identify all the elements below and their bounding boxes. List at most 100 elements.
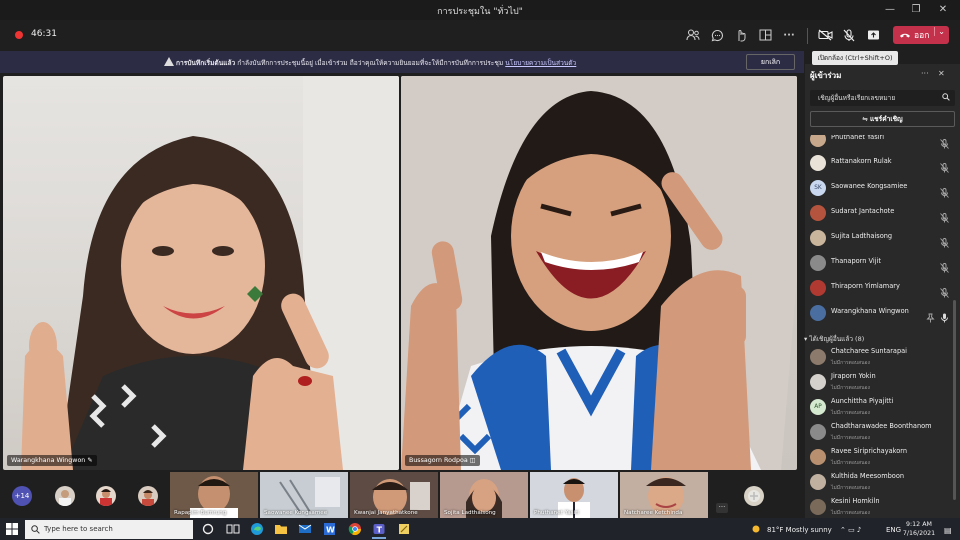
invited-participant-row[interactable]: Ravee Siriprichayakorn ไม่มีการตอบสนอง — [810, 446, 955, 468]
invite-placeholder: เชิญผู้อื่นหรือเรียกเลขหมาย — [818, 94, 896, 102]
participant-row[interactable]: Warangkhana Wingwon — [810, 302, 955, 324]
invite-search-input[interactable]: เชิญผู้อื่นหรือเรียกเลขหมาย — [810, 90, 955, 106]
strip-tile-phuthanet[interactable]: Phuthanet Yasiri — [530, 472, 618, 518]
invited-participant-row[interactable]: Jiraporn Yokin ไม่มีการตอบสนอง — [810, 371, 955, 393]
participant-row[interactable]: Sujita Ladthaisong — [810, 227, 955, 249]
mic-on-icon[interactable] — [940, 308, 949, 323]
avatar — [810, 474, 826, 490]
weather-text[interactable]: 81°F Mostly sunny — [767, 526, 832, 534]
invited-participant-row[interactable]: Kulthida Meesomboon ไม่มีการตอบสนอง — [810, 471, 955, 493]
people-icon[interactable] — [684, 26, 702, 44]
invited-participant-row[interactable]: Kesini Homkiln ไม่มีการตอบสนอง — [810, 496, 955, 518]
mic-muted-icon[interactable] — [940, 183, 949, 198]
video-name-tag-left: Warangkhana Wingwon ✎ — [7, 455, 97, 466]
windows-start-icon[interactable] — [6, 523, 18, 535]
privacy-policy-link[interactable]: นโยบายความเป็นส่วนตัว — [505, 59, 576, 67]
participant-name: Kulthida Meesomboon — [831, 472, 905, 480]
participant-name: Chatcharee Suntarapai — [831, 347, 908, 355]
word-icon[interactable]: W — [322, 522, 336, 536]
breakout-rooms-icon[interactable] — [756, 26, 774, 44]
video-feed-right — [401, 76, 797, 470]
video-tile-warangkhana[interactable]: Warangkhana Wingwon ✎ — [3, 76, 399, 470]
avatar: SK — [810, 180, 826, 196]
task-view-icon[interactable] — [226, 522, 240, 536]
notifications-icon[interactable]: ▤ — [944, 526, 952, 535]
tray-icons[interactable]: ⌃ ▭ ♪ — [840, 526, 861, 534]
more-participants-badge[interactable]: +14 — [12, 486, 32, 506]
sticky-app-icon[interactable] — [397, 522, 411, 536]
mic-muted-icon[interactable] — [940, 208, 949, 223]
participant-row[interactable]: Thiraporn Yimlamary — [810, 277, 955, 299]
panel-more-button[interactable]: ··· — [921, 69, 929, 78]
pin-icon[interactable] — [926, 308, 935, 323]
svg-text:T: T — [377, 526, 383, 535]
chrome-icon[interactable] — [348, 522, 362, 536]
minimize-button[interactable]: — — [879, 2, 901, 18]
taskbar-search-input[interactable]: Type here to search — [25, 520, 193, 539]
participant-row[interactable]: Thanaporn Vijit — [810, 252, 955, 274]
mic-muted-icon[interactable] — [940, 233, 949, 248]
recording-banner: การบันทึกเริ่มต้นแล้ว กำลังบันทึกการประช… — [0, 51, 804, 73]
language-indicator[interactable]: ENG — [886, 526, 901, 534]
invited-participant-row[interactable]: Chadtharawadee Boonthanom ไม่มีการตอบสนอง — [810, 421, 955, 443]
mic-muted-icon[interactable] — [940, 158, 949, 173]
panel-close-button[interactable]: ✕ — [938, 69, 945, 78]
participant-row[interactable]: Rattanakorn Rulak — [810, 152, 955, 174]
cortana-icon[interactable] — [201, 522, 215, 536]
panel-title: ผู้เข้าร่วม — [810, 71, 842, 80]
teams-icon[interactable]: T — [372, 522, 386, 536]
strip-tile-sojita[interactable]: Sojita Ladthaisong — [440, 472, 528, 518]
close-window-button[interactable]: ✕ — [932, 2, 954, 18]
participant-row[interactable]: SK Saowanee Kongsamiee — [810, 177, 955, 199]
mic-muted-icon[interactable] — [940, 283, 949, 298]
leave-button[interactable]: ออก ⌄ — [893, 26, 949, 44]
maximize-button[interactable]: ❐ — [905, 2, 927, 18]
more-actions-button[interactable]: ··· — [780, 26, 798, 44]
video-tile-bussagorn[interactable]: Bussagorn Rodpoa ◫ — [401, 76, 797, 470]
dismiss-banner-button[interactable]: ยกเลิก — [746, 54, 795, 70]
chat-icon[interactable] — [708, 26, 726, 44]
mic-off-icon[interactable] — [840, 26, 858, 44]
avatar — [810, 255, 826, 271]
banner-body-text: กำลังบันทึกการประชุมนี้อยู่ เมื่อเข้าร่ว… — [235, 59, 506, 67]
video-name-tag-right: Bussagorn Rodpoa ◫ — [405, 455, 480, 466]
camera-off-icon[interactable] — [816, 26, 834, 44]
share-tray-icon[interactable] — [864, 26, 882, 44]
strip-overflow-button[interactable]: ··· — [716, 503, 728, 513]
taskbar-clock[interactable]: 9:12 AM 7/16/2021 — [900, 520, 938, 538]
clock-time: 9:12 AM — [906, 521, 932, 528]
window-title: การประชุมใน "ทั่วไป" — [437, 7, 523, 17]
mail-icon[interactable] — [298, 522, 312, 536]
mic-muted-icon[interactable] — [940, 258, 949, 273]
mic-muted-icon[interactable] — [940, 135, 949, 149]
strip-tile-rapapim[interactable]: Rapapim Bumrung — [170, 472, 258, 518]
toolbar-divider — [807, 28, 808, 44]
reactions-icon[interactable] — [732, 26, 750, 44]
leave-options-chevron-icon[interactable]: ⌄ — [934, 27, 945, 36]
participant-name: Ravee Siriprichayakorn — [831, 447, 908, 455]
strip-avatar-2[interactable] — [96, 486, 116, 506]
participant-row[interactable]: Sudarat Jantachote — [810, 202, 955, 224]
participant-name: Warangkhana Wingwon — [831, 307, 909, 315]
warning-icon — [164, 57, 174, 66]
strip-tile-name: Kwanjai Janyathatkone — [354, 510, 418, 516]
edge-browser-icon[interactable] — [250, 522, 264, 536]
file-explorer-icon[interactable] — [274, 522, 288, 536]
participant-name: Aunchittha Piyajitti — [831, 397, 894, 405]
invited-participant-row[interactable]: AP Aunchittha Piyajitti ไม่มีการตอบสนอง — [810, 396, 955, 418]
share-invite-button[interactable]: ⇋ แชร์คำเชิญ — [810, 111, 955, 127]
invited-participant-row[interactable]: Chatcharee Suntarapai ไม่มีการตอบสนอง — [810, 346, 955, 368]
banner-message: การบันทึกเริ่มต้นแล้ว กำลังบันทึกการประช… — [176, 57, 576, 68]
strip-avatar-1[interactable] — [55, 486, 75, 506]
invited-section-header[interactable]: ▾ ได้เชิญผู้อื่นแล้ว (8) — [804, 334, 864, 344]
avatar — [810, 374, 826, 390]
panel-scrollbar[interactable] — [953, 300, 956, 500]
strip-tile-natcharee[interactable]: Natcharee Ketchinda — [620, 472, 708, 518]
my-self-view-avatar[interactable] — [744, 486, 764, 506]
weather-sun-icon — [752, 525, 760, 533]
strip-tile-kwanjai[interactable]: Kwanjai Janyathatkone — [350, 472, 438, 518]
strip-avatar-3[interactable] — [138, 486, 158, 506]
participant-status: ไม่มีการตอบสนอง — [831, 360, 870, 366]
strip-tile-saowanee[interactable]: Saowanee Kongsamee — [260, 472, 348, 518]
participant-name: Thanaporn Vijit — [831, 257, 882, 265]
